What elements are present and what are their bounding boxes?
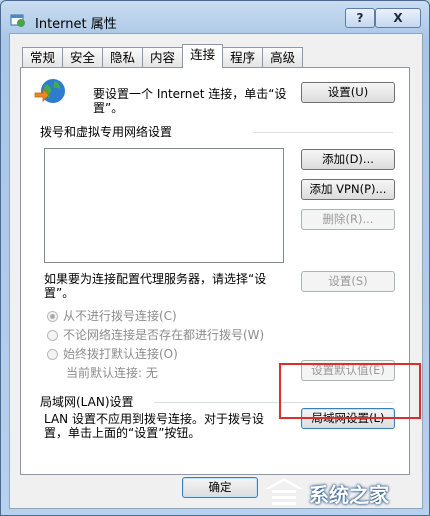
add-vpn-button[interactable]: 添加 VPN(P)... xyxy=(301,179,395,200)
tab-general[interactable]: 常规 xyxy=(22,47,64,68)
remove-button[interactable]: 删除(R)... xyxy=(301,209,395,230)
lan-instructions-line2: 置，单击上面的“设置”按钮。 xyxy=(44,426,201,440)
setup-instructions-line2: 置”。 xyxy=(93,101,124,115)
highlight-box xyxy=(279,363,421,419)
internet-connection-icon xyxy=(34,79,65,103)
radio-dial-when-no-network-label: 不论网络连接是否存在都进行拨号(W) xyxy=(63,328,265,342)
current-default-connection: 当前默认连接: 无 xyxy=(66,366,158,380)
proxy-instructions-line2: 置”。 xyxy=(44,286,75,300)
internet-properties-window: Internet 属性 ? X 常规 安全 隐私 内容 连接 程序 高级 要设置… xyxy=(0,0,430,516)
internet-options-icon xyxy=(10,14,25,27)
proxy-instructions-line1: 如果要为连接配置代理服务器，请选择“设 xyxy=(44,272,267,286)
radio-dial-when-no-network[interactable] xyxy=(47,330,58,341)
tab-security[interactable]: 安全 xyxy=(62,47,104,68)
title-bar[interactable]: Internet 属性 ? X xyxy=(1,1,429,35)
lan-settings-heading: 局域网(LAN)设置 xyxy=(40,395,134,409)
watermark-text: 系统之家 xyxy=(309,483,389,507)
tab-programs[interactable]: 程序 xyxy=(222,47,264,68)
lan-instructions-line1: LAN 设置不应用到拨号连接。对于拨号设 xyxy=(44,412,264,426)
connections-list[interactable] xyxy=(44,148,284,263)
watermark-logo-icon xyxy=(265,478,303,505)
window-title: Internet 属性 xyxy=(35,17,117,32)
radio-never-dial-label: 从不进行拨号连接(C) xyxy=(63,309,177,323)
dialog-body: 常规 安全 隐私 内容 连接 程序 高级 要设置一个 Internet 连接，单… xyxy=(9,33,423,509)
dialup-vpn-heading: 拨号和虚拟专用网络设置 xyxy=(40,125,173,139)
ok-button[interactable]: 确定 xyxy=(182,477,258,498)
add-button[interactable]: 添加(D)... xyxy=(301,149,395,170)
radio-always-dial-default-label: 始终拨打默认连接(O) xyxy=(63,347,178,361)
close-button[interactable]: X xyxy=(375,8,421,28)
site-watermark: 系统之家 xyxy=(263,473,423,509)
radio-never-dial[interactable] xyxy=(47,311,58,322)
dialup-separator xyxy=(253,132,393,133)
tab-content[interactable]: 内容 xyxy=(142,47,184,68)
tab-connections[interactable]: 连接 xyxy=(182,44,224,68)
connection-settings-button[interactable]: 设置(S) xyxy=(301,271,395,292)
setup-button[interactable]: 设置(U) xyxy=(301,82,395,103)
tab-strip: 常规 安全 隐私 内容 连接 程序 高级 xyxy=(22,44,304,68)
tab-advanced[interactable]: 高级 xyxy=(262,47,304,68)
setup-instructions-line1: 要设置一个 Internet 连接，单击“设 xyxy=(93,87,287,101)
help-button[interactable]: ? xyxy=(345,8,375,28)
radio-always-dial-default[interactable] xyxy=(47,349,58,360)
tab-privacy[interactable]: 隐私 xyxy=(102,47,144,68)
